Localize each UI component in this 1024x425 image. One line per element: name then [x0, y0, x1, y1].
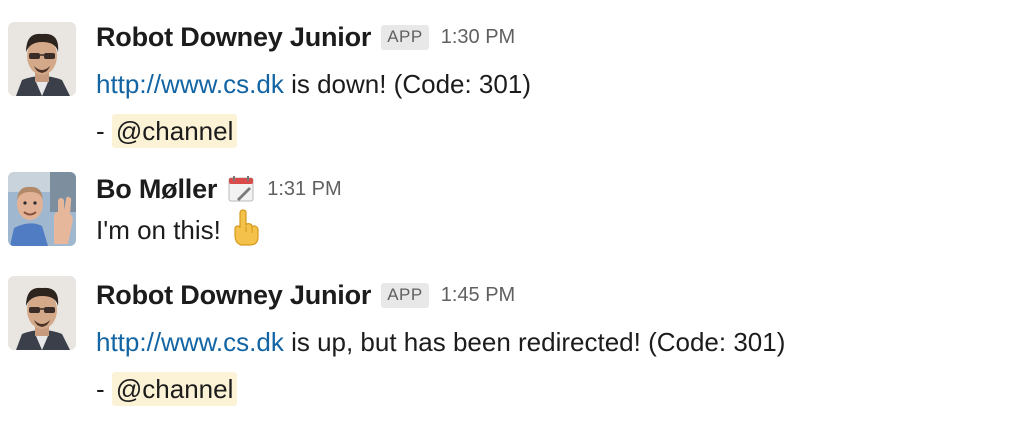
- message-2: Bo Møller 1:31 PM I'm on this!: [0, 172, 1024, 252]
- point-up-emoji-icon: [229, 209, 263, 247]
- message-1: Robot Downey Junior APP 1:30 PM http://w…: [0, 20, 1024, 148]
- message-3: Robot Downey Junior APP 1:45 PM http://w…: [0, 276, 1024, 409]
- robot-downey-avatar-icon: [8, 22, 76, 96]
- channel-mention[interactable]: @channel: [111, 114, 238, 148]
- message-text-body: is down! (Code: 301): [283, 69, 531, 99]
- calendar-icon[interactable]: [227, 175, 255, 203]
- app-badge: APP: [381, 24, 429, 50]
- sender-name[interactable]: Bo Møller: [96, 174, 217, 205]
- mention-prefix: -: [96, 374, 112, 404]
- message-link[interactable]: http://www.cs.dk: [96, 327, 284, 357]
- timestamp[interactable]: 1:45 PM: [441, 284, 515, 307]
- message-text: I'm on this!: [96, 209, 1004, 251]
- app-badge: APP: [381, 282, 429, 308]
- mention-prefix: -: [96, 116, 112, 146]
- message-text-body: is up, but has been redirected! (Code: 3…: [283, 327, 786, 357]
- robot-downey-avatar-icon: [8, 276, 76, 350]
- timestamp[interactable]: 1:30 PM: [441, 26, 515, 49]
- message-text: http://www.cs.dk is down! (Code: 301): [96, 64, 1004, 104]
- mention-line: - @channel: [96, 111, 1004, 151]
- sender-name[interactable]: Robot Downey Junior: [96, 280, 371, 311]
- sender-name[interactable]: Robot Downey Junior: [96, 22, 371, 53]
- avatar-robot-downey[interactable]: [8, 22, 76, 96]
- avatar-bo-moller[interactable]: [8, 172, 76, 246]
- channel-mention[interactable]: @channel: [111, 372, 238, 406]
- message-text: http://www.cs.dk is up, but has been red…: [96, 322, 1004, 362]
- message-link[interactable]: http://www.cs.dk: [96, 69, 284, 99]
- avatar-robot-downey[interactable]: [8, 276, 76, 350]
- mention-line: - @channel: [96, 369, 1004, 409]
- message-text-body: I'm on this!: [96, 215, 221, 245]
- bo-moller-avatar-icon: [8, 172, 76, 246]
- timestamp[interactable]: 1:31 PM: [267, 178, 341, 201]
